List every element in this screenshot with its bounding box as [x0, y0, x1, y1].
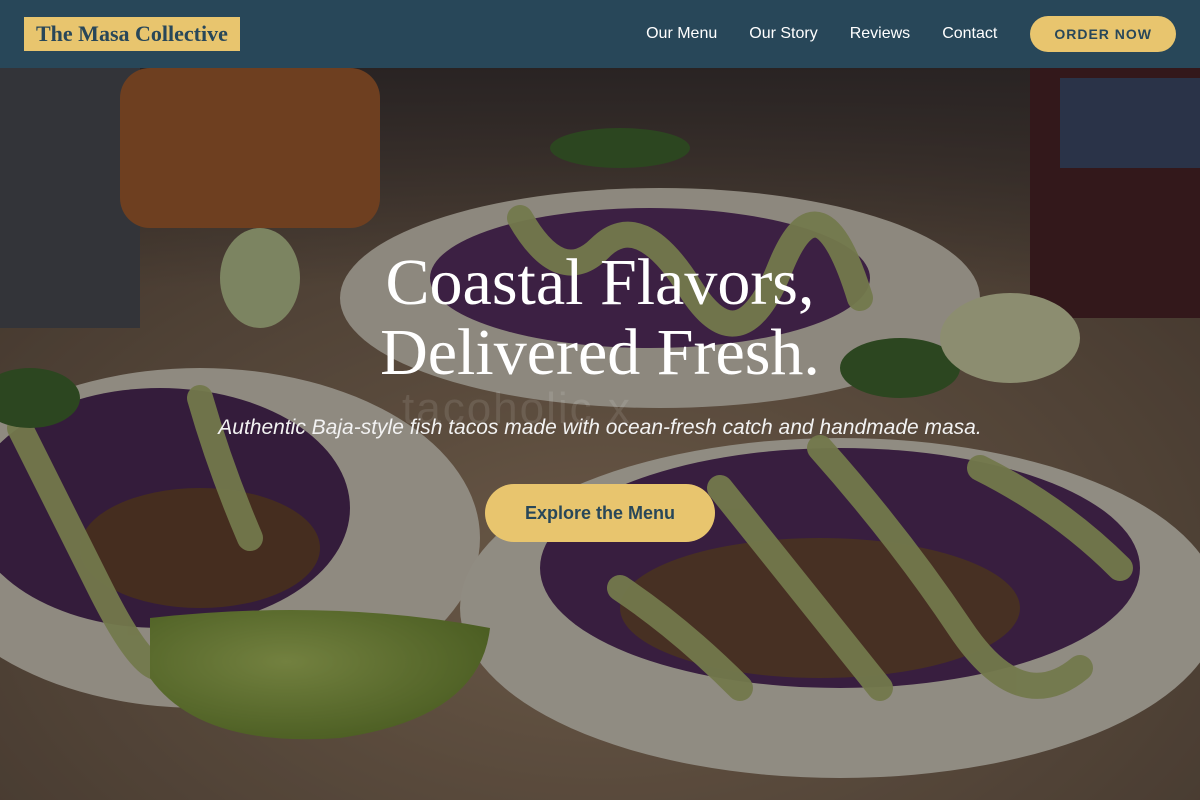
nav-link-contact[interactable]: Contact [942, 25, 997, 43]
nav-link-reviews[interactable]: Reviews [850, 25, 910, 43]
order-now-button[interactable]: ORDER NOW [1030, 16, 1176, 52]
main-nav: Our Menu Our Story Reviews Contact ORDER… [646, 16, 1176, 52]
site-header: The Masa Collective Our Menu Our Story R… [0, 0, 1200, 68]
nav-link-menu[interactable]: Our Menu [646, 25, 717, 43]
brand-logo[interactable]: The Masa Collective [24, 17, 240, 51]
hero-headline-line1: Coastal Flavors, [385, 246, 815, 319]
hero-headline: Coastal Flavors, Delivered Fresh. [0, 248, 1200, 388]
hero-subheadline: Authentic Baja-style fish tacos made wit… [218, 416, 982, 439]
nav-link-story[interactable]: Our Story [749, 25, 817, 43]
hero-section: tacoholic x Coastal Flavors, Delivered F… [0, 68, 1200, 800]
page: The Masa Collective Our Menu Our Story R… [0, 0, 1200, 800]
hero-headline-line2: Delivered Fresh. [380, 316, 820, 389]
hero-content: Coastal Flavors, Delivered Fresh. Authen… [0, 248, 1200, 542]
explore-menu-button[interactable]: Explore the Menu [484, 484, 716, 542]
